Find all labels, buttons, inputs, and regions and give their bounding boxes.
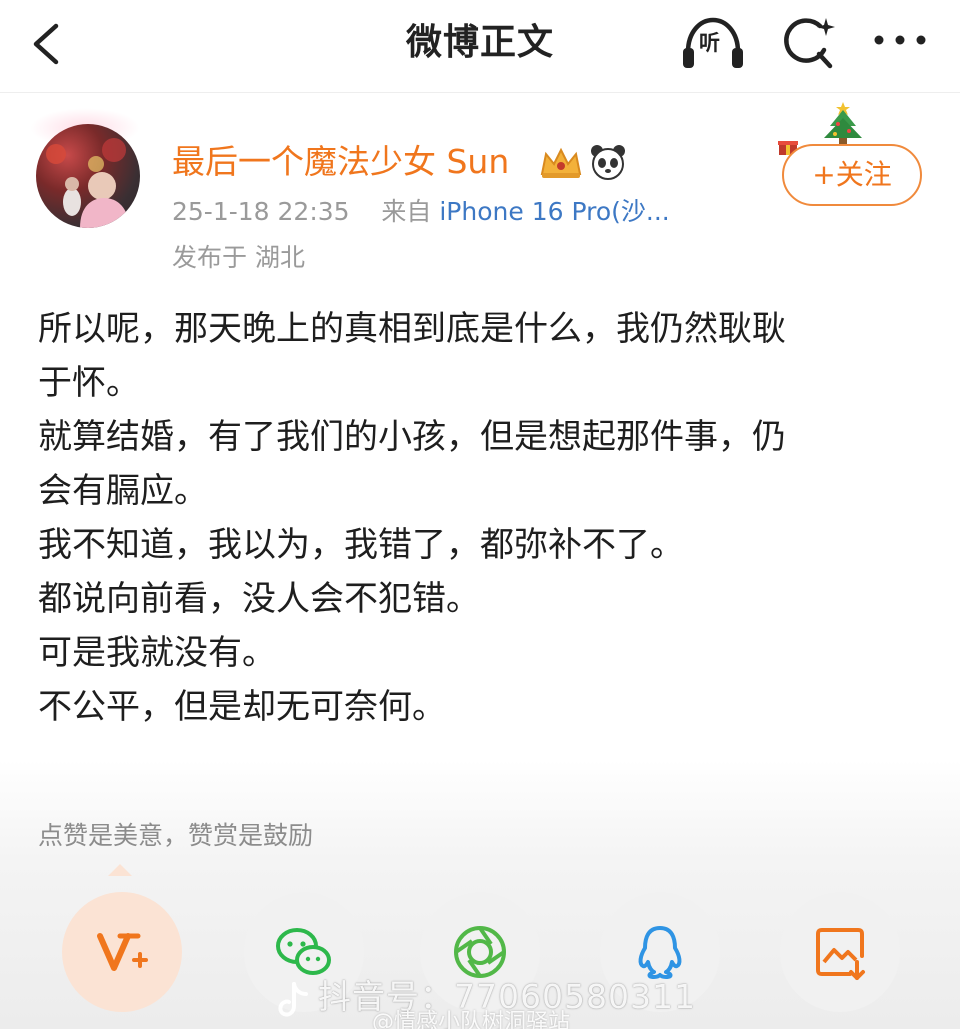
avatar-photo (46, 138, 130, 228)
post-line: 所以呢，那天晚上的真相到底是什么，我仍然耿耿 (38, 309, 786, 349)
post-line: 就算结婚，有了我们的小孩，但是想起那件事，仍 (38, 417, 786, 457)
christmas-tree-icon (824, 102, 862, 145)
weibo-post-page: 微博正文 听 最后一个魔法少女 Sun 25-1-18 22:35 来自 iPh… (0, 0, 960, 1029)
reward-button[interactable] (62, 892, 182, 1012)
wechat-icon (276, 928, 331, 975)
tip-pointer (108, 864, 132, 876)
post-time: 25-1-18 22:35 (172, 197, 350, 226)
post-line: 会有膈应。 (38, 471, 208, 511)
moments-icon (454, 926, 506, 978)
avatar[interactable] (36, 124, 140, 228)
save-image-button[interactable] (780, 892, 900, 1012)
listen-button[interactable]: 听 (680, 14, 746, 74)
post-location: 发布于 湖北 (172, 243, 305, 272)
source-prefix: 来自 (381, 197, 432, 226)
back-arrow-icon[interactable] (26, 20, 70, 68)
douyin-logo-icon (278, 982, 308, 1017)
post-line: 我不知道，我以为，我错了，都弥补不了。 (38, 525, 684, 565)
post-line: 于怀。 (38, 363, 140, 403)
watermark-handle: @情感小队树洞驿站 (372, 1010, 571, 1029)
save-image-icon (816, 928, 865, 980)
qq-icon (638, 926, 682, 979)
reward-tip: 点赞是美意，赞赏是鼓励 (38, 821, 314, 850)
post-source[interactable]: iPhone 16 Pro(沙... (439, 197, 669, 226)
follow-button[interactable]: +关注 (782, 144, 922, 206)
more-dots-icon[interactable] (872, 28, 928, 52)
reward-icon (97, 933, 148, 971)
search-sparkle-icon[interactable] (780, 14, 838, 72)
panda-icon[interactable] (588, 142, 628, 182)
listen-label: 听 (699, 31, 720, 55)
post-meta: 25-1-18 22:35 来自 iPhone 16 Pro(沙... (172, 194, 670, 230)
post-line: 都说向前看，没人会不犯错。 (38, 579, 480, 619)
post-line: 不公平，但是却无可奈何。 (38, 687, 446, 727)
author-name[interactable]: 最后一个魔法少女 Sun (172, 140, 509, 184)
top-nav-bar: 微博正文 听 (0, 0, 960, 93)
post-line: 可是我就没有。 (38, 633, 276, 673)
crown-icon[interactable] (538, 146, 584, 180)
post-content: 所以呢，那天晚上的真相到底是什么，我仍然耿耿 于怀。 就算结婚，有了我们的小孩，… (38, 302, 918, 734)
